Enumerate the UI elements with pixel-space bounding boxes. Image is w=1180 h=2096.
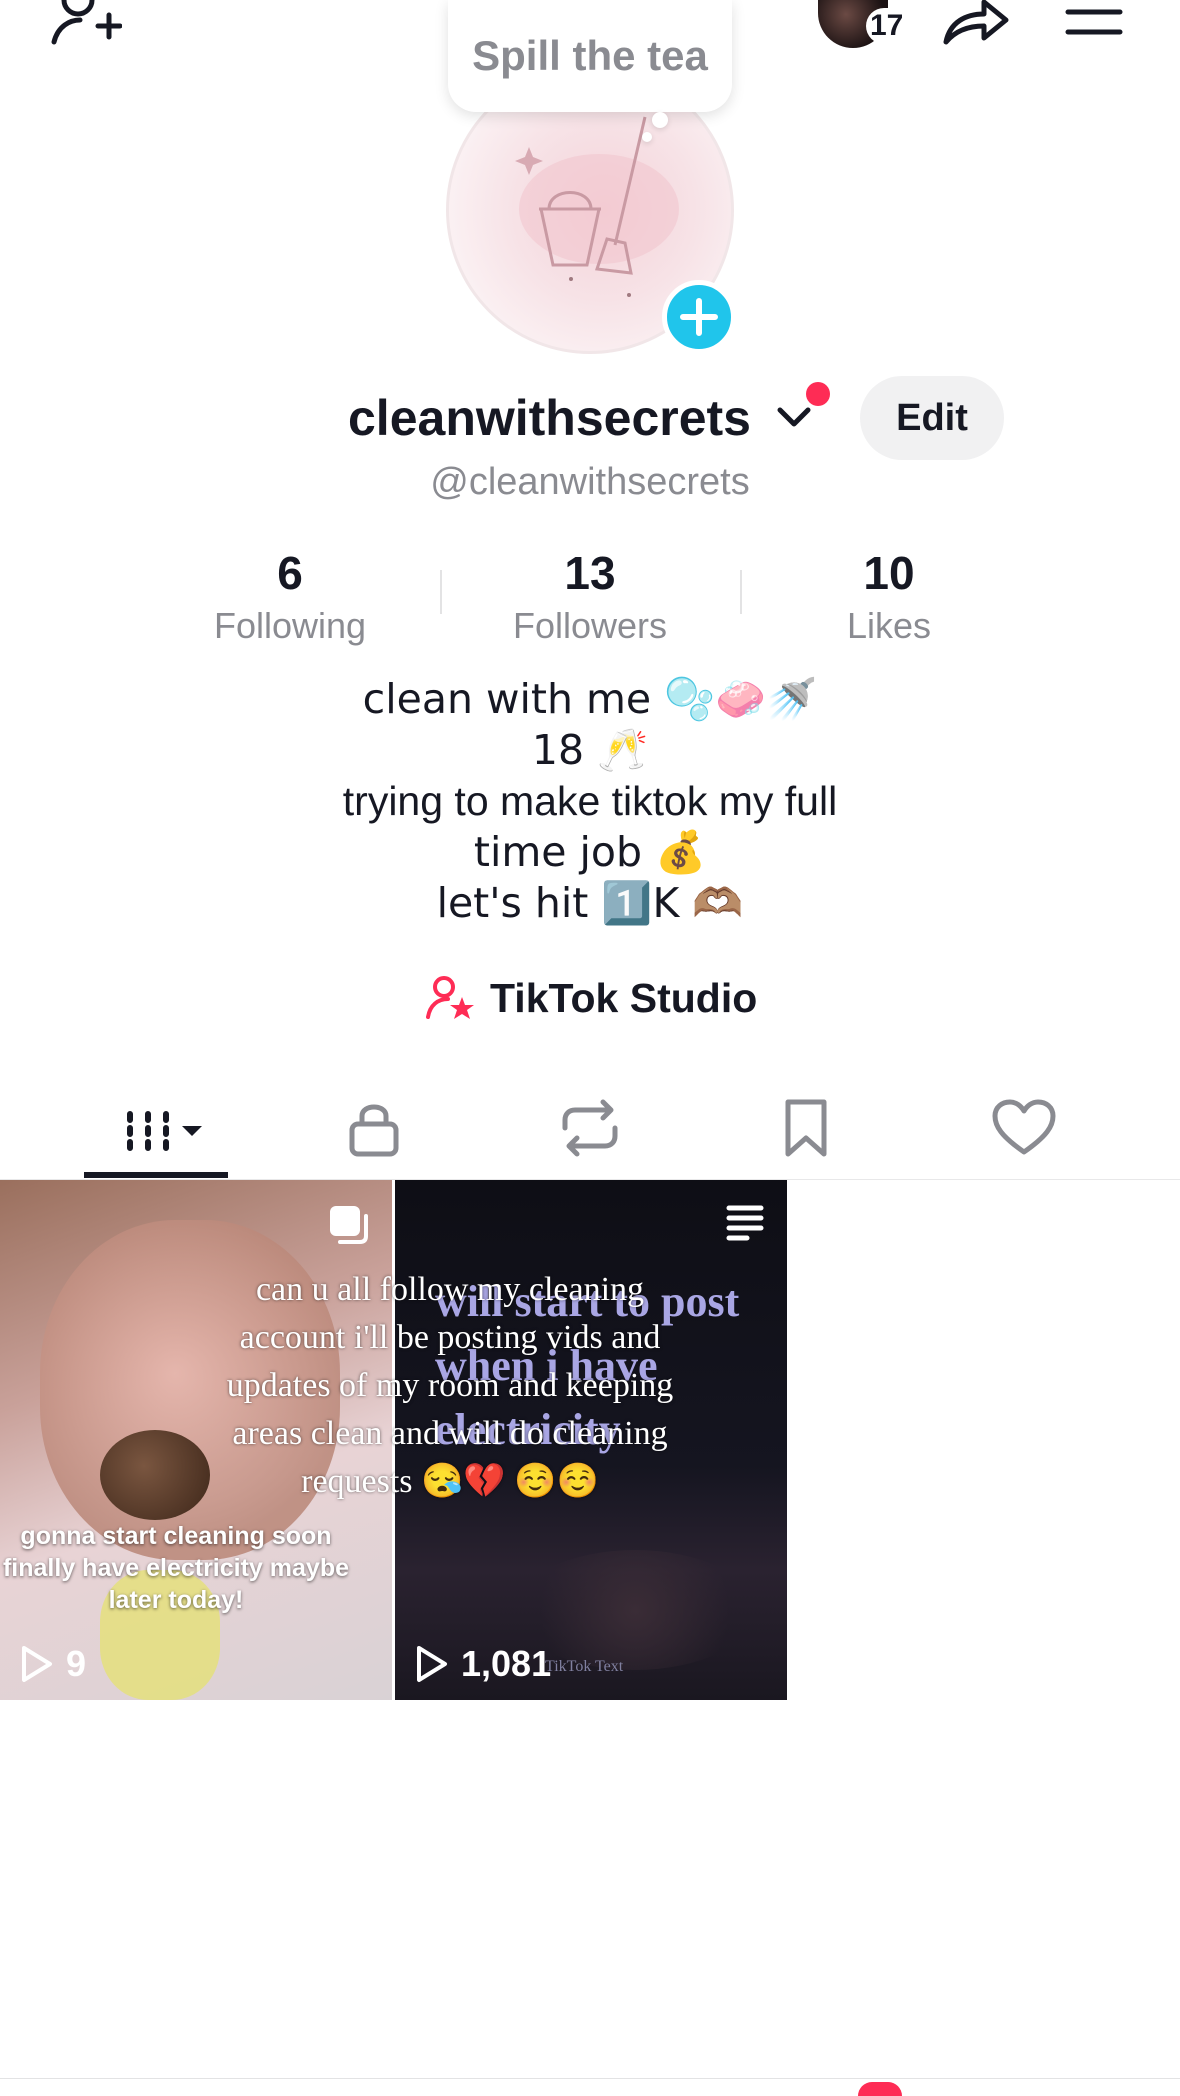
play-count: 1,081 (415, 1642, 551, 1686)
stat-divider (740, 570, 742, 614)
add-avatar-plus-icon[interactable] (662, 280, 736, 354)
stat-value: 10 (863, 547, 915, 599)
tab-liked[interactable] (964, 1078, 1084, 1178)
tiktok-text-watermark: TikTok Text (545, 1658, 624, 1675)
stat-followers[interactable]: 13 Followers (460, 544, 720, 650)
notification-dot (806, 382, 830, 406)
hamburger-menu-icon[interactable] (1064, 6, 1124, 36)
add-friend-icon[interactable] (48, 0, 122, 50)
display-name[interactable]: cleanwithsecrets (348, 386, 751, 450)
studio-label: TikTok Studio (490, 975, 758, 1021)
heart-icon (992, 1099, 1056, 1155)
chevron-down-icon[interactable] (774, 402, 814, 432)
play-icon (22, 1646, 52, 1682)
grid-icon (127, 1111, 202, 1151)
tab-saved[interactable] (746, 1078, 866, 1178)
tiktok-studio-link[interactable]: TikTok Studio (426, 970, 757, 1026)
edit-profile-button[interactable]: Edit (860, 376, 1004, 460)
tab-private[interactable] (314, 1078, 434, 1178)
bio[interactable]: clean with me 🫧🧼🚿 18 🥂 trying to make ti… (0, 674, 1180, 929)
profile-tab-bar (0, 1078, 1180, 1180)
video-caption: gonna start cleaning soon finally have e… (2, 1522, 349, 1614)
photo-stack-icon (330, 1206, 368, 1244)
overlay-caption: can u all follow my cleaning account i'l… (226, 1271, 674, 1500)
play-icon (417, 1646, 447, 1682)
creator-star-icon (426, 976, 474, 1019)
bio-line: 18 🥂 (531, 726, 649, 774)
lock-icon (349, 1104, 399, 1157)
tab-reposts[interactable] (530, 1078, 650, 1178)
bio-line: time job 💰 (473, 828, 707, 876)
stat-label: Likes (846, 605, 932, 646)
stat-value: 13 (564, 547, 616, 599)
play-count-value: 9 (66, 1643, 87, 1684)
stat-following[interactable]: 6 Following (160, 544, 420, 650)
text-post-icon (726, 1205, 764, 1241)
bottom-nav-border (0, 2078, 1180, 2079)
repost-icon (562, 1099, 618, 1157)
stat-value: 6 (277, 547, 303, 599)
note-bubble[interactable]: Spill the tea (448, 0, 732, 112)
username-handle: @cleanwithsecrets (430, 461, 750, 503)
bio-line: clean with me 🫧🧼🚿 (362, 675, 818, 723)
play-count: 9 (20, 1642, 86, 1686)
bookmark-icon (785, 1099, 827, 1157)
note-bubble-tail (652, 112, 668, 128)
profile-tab-indicator (858, 2082, 902, 2096)
story-count-badge: 17 (866, 8, 908, 44)
bio-line: let's hit 1️⃣K 🫶🏽 (436, 879, 744, 927)
active-tab-indicator (84, 1172, 228, 1178)
tab-videos[interactable] (96, 1078, 216, 1178)
bio-line: trying to make tiktok my full (342, 778, 838, 824)
stat-divider (440, 570, 442, 614)
dog-nose-filter (100, 1430, 210, 1520)
play-count-value: 1,081 (461, 1643, 552, 1684)
stat-label: Following (213, 605, 367, 646)
note-bubble-tail-small (642, 132, 652, 142)
stat-label: Followers (512, 605, 668, 646)
stat-likes[interactable]: 10 Likes (759, 544, 1019, 650)
share-icon[interactable] (940, 0, 1010, 46)
